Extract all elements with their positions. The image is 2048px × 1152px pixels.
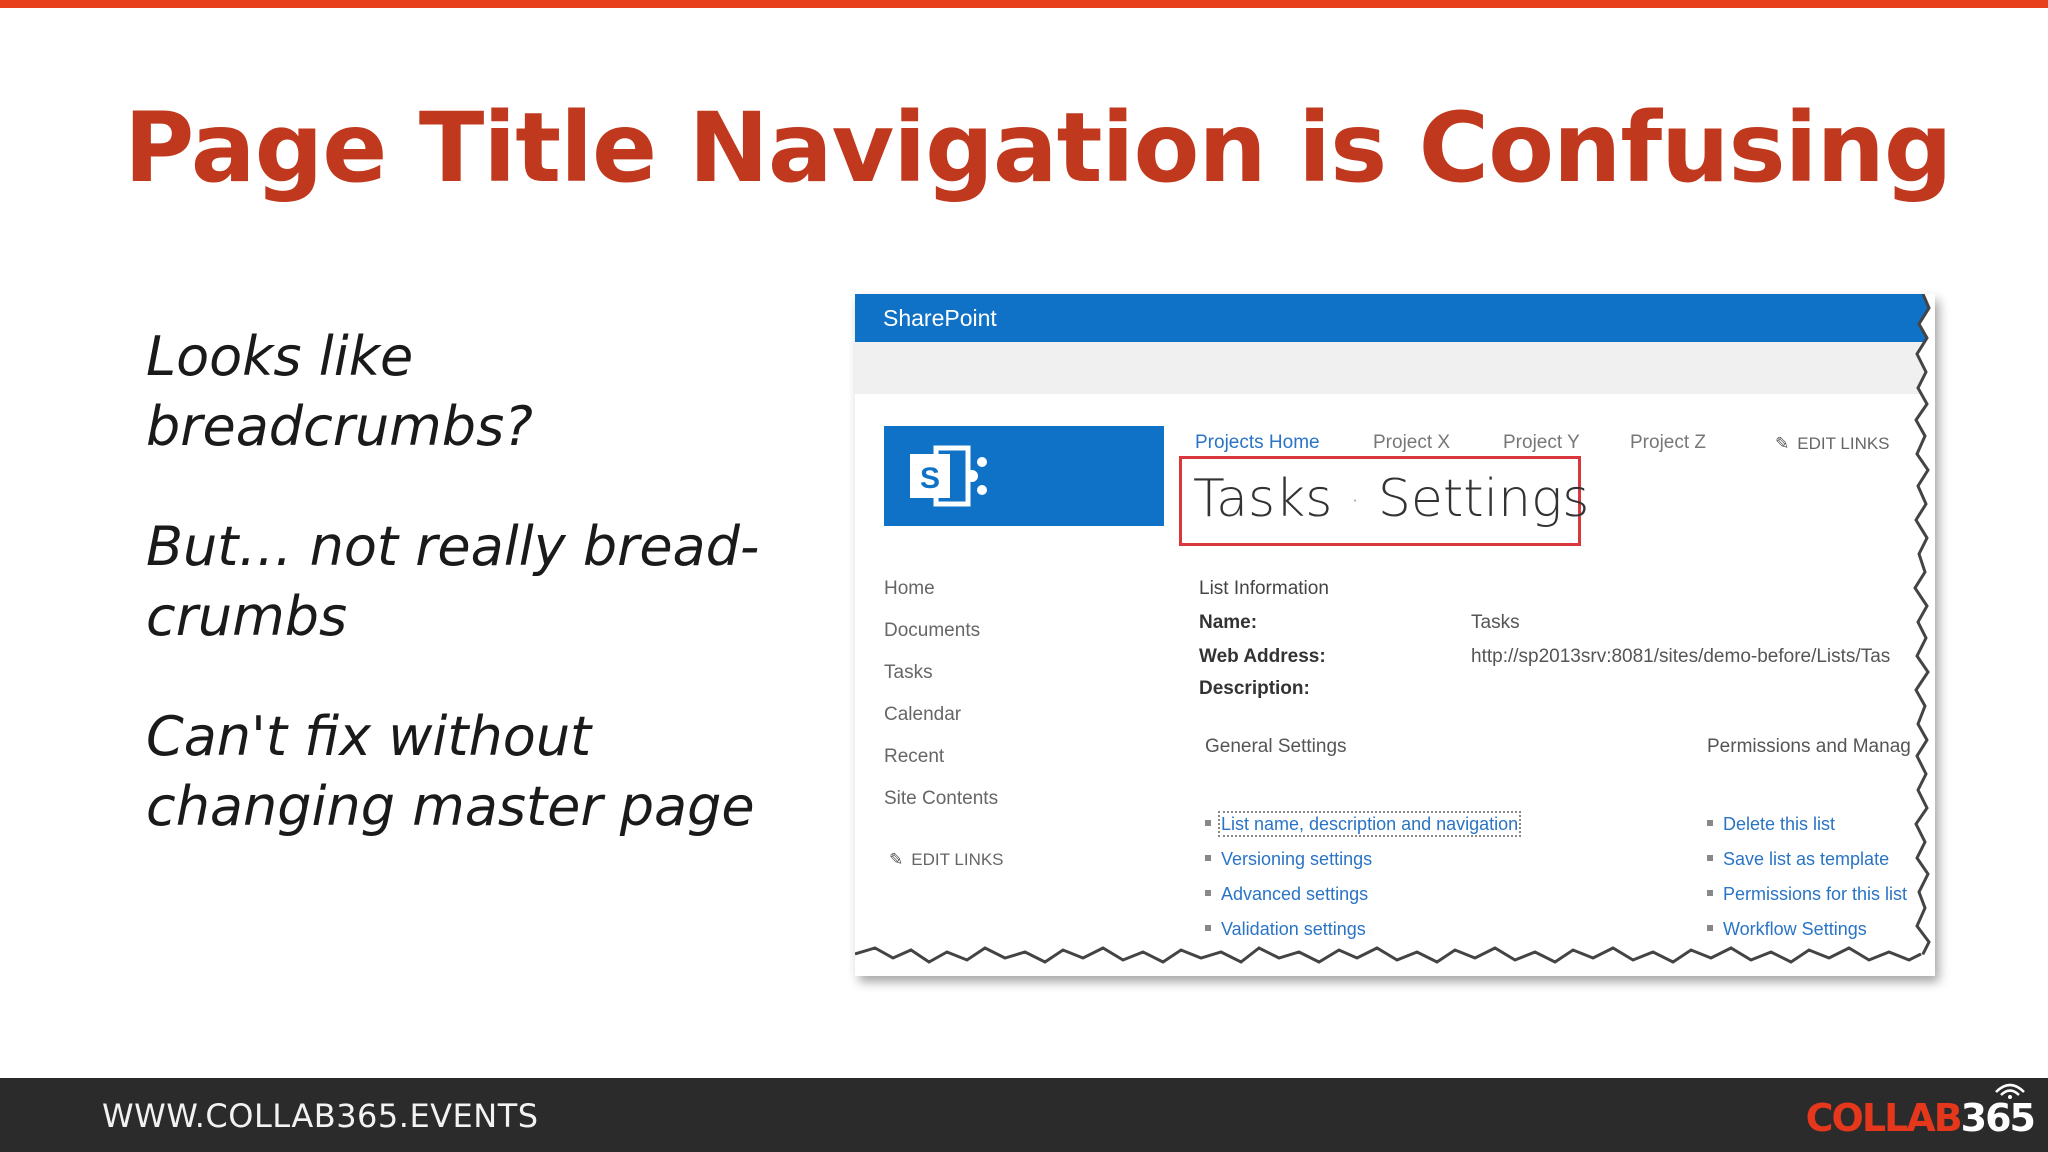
bullet-marker [1205,820,1211,827]
edit-links-left[interactable]: ✎ EDIT LINKS [889,850,1004,870]
bullet-marker [1205,855,1211,862]
list-information-heading: List Information [1199,578,1329,599]
general-settings-heading: General Settings [1205,736,1347,757]
link-validation-settings[interactable]: Validation settings [1205,917,1518,952]
permissions-heading: Permissions and Manag [1707,736,1911,757]
top-nav-project-y[interactable]: Project Y [1503,432,1580,454]
sharepoint-screenshot: SharePoint S Projects Home Project X Pro… [855,294,1935,976]
quick-launch-calendar[interactable]: Calendar [884,702,998,744]
link-list-name-description[interactable]: List name, description and navigation [1205,811,1522,847]
edit-links-label: EDIT LINKS [911,850,1004,869]
slide-title: Page Title Navigation is Confusing [124,92,1953,204]
pencil-icon: ✎ [889,850,904,869]
footer-url[interactable]: WWW.COLLAB365.EVENTS [102,1096,539,1136]
quick-launch-recent[interactable]: Recent [884,744,998,786]
quick-launch-site-contents[interactable]: Site Contents [884,786,998,828]
footer-bar: WWW.COLLAB365.EVENTS COLLAB365 [0,1078,2048,1152]
collab365-logo: COLLAB365 [1805,1092,2036,1144]
quick-launch: Home Documents Tasks Calendar Recent Sit… [884,576,998,828]
top-nav-projects-home[interactable]: Projects Home [1195,432,1320,454]
edit-links-top[interactable]: ✎ EDIT LINKS [1775,434,1890,454]
permissions-links: Delete this list Save list as template P… [1707,812,1907,952]
top-accent-rule [0,0,2048,8]
svg-text:S: S [920,462,940,495]
breadcrumb-separator: · [1350,484,1360,519]
link-advanced-settings[interactable]: Advanced settings [1205,882,1518,917]
top-nav-project-z[interactable]: Project Z [1630,432,1706,454]
logo-text-collab: COLLAB [1805,1096,1963,1140]
general-settings-links: List name, description and navigation Ve… [1205,811,1522,952]
page-title-settings: Settings [1377,469,1590,529]
sharepoint-brand[interactable]: SharePoint [883,305,997,331]
quick-launch-documents[interactable]: Documents [884,618,998,660]
name-label: Name: [1199,612,1258,633]
bullet-item: Can't fix without changing master page [146,705,755,838]
sharepoint-logo-icon: S [910,445,987,507]
quick-launch-home[interactable]: Home [884,576,998,618]
bullet-marker [1707,890,1713,897]
edit-links-label: EDIT LINKS [1797,434,1890,453]
link-save-as-template[interactable]: Save list as template [1707,847,1907,882]
web-address-value: http://sp2013srv:8081/sites/demo-before/… [1471,646,1891,667]
bullet-marker [1707,925,1713,932]
link-permissions[interactable]: Permissions for this list [1707,882,1907,917]
bullet-marker [1205,925,1211,932]
logo-text-365: 365 [1960,1096,2036,1140]
link-versioning-settings[interactable]: Versioning settings [1205,847,1518,882]
site-logo[interactable]: S [884,426,1164,526]
bullet-marker [1205,890,1211,897]
bullet-item: But… not really bread-crumbs [146,515,760,648]
page-title-breadcrumb: Tasks · Settings [1193,466,1589,535]
bullet-marker [1707,855,1713,862]
bullet-item: Looks like breadcrumbs? [146,325,533,458]
ribbon-bar [855,342,1935,394]
pencil-icon: ✎ [1775,434,1790,453]
link-workflow-settings[interactable]: Workflow Settings [1707,917,1907,952]
page-title-tasks[interactable]: Tasks [1193,469,1332,529]
sharepoint-suite-bar: SharePoint [855,294,1935,342]
bullet-marker [1707,820,1713,827]
bullet-list: Looks like breadcrumbs? But… not really … [146,322,806,892]
name-value: Tasks [1471,612,1520,633]
top-nav-project-x[interactable]: Project X [1373,432,1450,454]
link-delete-list[interactable]: Delete this list [1707,812,1907,847]
web-address-label: Web Address: [1199,646,1326,667]
quick-launch-tasks[interactable]: Tasks [884,660,998,702]
description-label: Description: [1199,678,1310,699]
